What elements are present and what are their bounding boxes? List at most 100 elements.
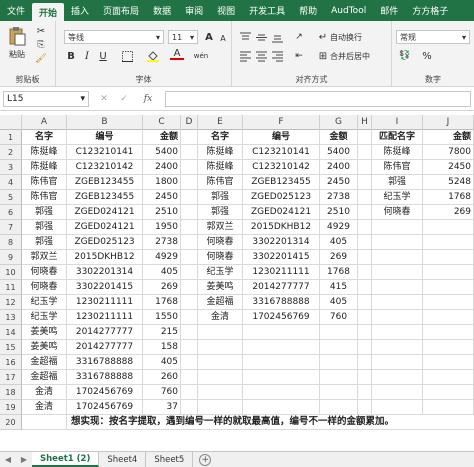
cell[interactable]: 2510 (143, 205, 181, 220)
cell[interactable] (358, 175, 372, 190)
cell[interactable]: 陈挺峰 (22, 145, 67, 160)
cell[interactable]: 金超福 (198, 295, 243, 310)
cell[interactable]: 2510 (320, 205, 358, 220)
cell[interactable] (358, 145, 372, 160)
cell[interactable] (320, 370, 358, 385)
cell[interactable]: ZGED025123 (243, 190, 320, 205)
row-header[interactable]: 2 (0, 145, 22, 160)
cell[interactable]: ZGEB123455 (67, 175, 143, 190)
cell[interactable] (423, 355, 474, 370)
cell[interactable]: 陈伟官 (22, 190, 67, 205)
cell[interactable] (423, 370, 474, 385)
cell[interactable]: 1768 (143, 295, 181, 310)
cell[interactable]: 3302201314 (243, 235, 320, 250)
cell[interactable] (358, 310, 372, 325)
cell[interactable]: 3316788888 (67, 370, 143, 385)
cell[interactable] (423, 340, 474, 355)
percent-button[interactable]: % (420, 49, 434, 63)
cell[interactable]: 2450 (320, 175, 358, 190)
cell[interactable]: 陈伟官 (372, 160, 423, 175)
cell[interactable]: 纪玉学 (22, 295, 67, 310)
cell[interactable]: 1800 (143, 175, 181, 190)
cell[interactable] (423, 265, 474, 280)
cell[interactable] (358, 220, 372, 235)
cell[interactable] (198, 355, 243, 370)
cell[interactable]: 金额 (320, 130, 358, 145)
cell[interactable]: 3302201314 (67, 265, 143, 280)
cell[interactable] (358, 370, 372, 385)
sheet-tab[interactable]: Sheet4 (99, 452, 147, 467)
ribbon-tab[interactable]: 方方格子 (405, 0, 455, 21)
cell[interactable] (181, 310, 198, 325)
cell[interactable]: 3316788888 (67, 355, 143, 370)
align-left-icon[interactable] (238, 49, 252, 63)
cell[interactable] (243, 325, 320, 340)
cell[interactable] (358, 295, 372, 310)
cell[interactable]: 5400 (143, 145, 181, 160)
cell[interactable] (198, 340, 243, 355)
font-shrink-icon[interactable]: A (216, 31, 230, 45)
cell[interactable] (358, 340, 372, 355)
cell[interactable]: ZGED024121 (243, 205, 320, 220)
row-header[interactable]: 7 (0, 220, 22, 235)
cell[interactable]: 1768 (320, 265, 358, 280)
note-cell[interactable]: 想实现：按名字提取，遇到编号一样的就取最高值，编号不一样的金额累加。 (67, 415, 474, 430)
cell[interactable] (181, 175, 198, 190)
cell[interactable]: 金额 (423, 130, 474, 145)
row-header[interactable]: 18 (0, 385, 22, 400)
align-middle-icon[interactable] (254, 30, 268, 44)
cell[interactable] (358, 190, 372, 205)
cell[interactable] (181, 295, 198, 310)
cell[interactable] (372, 325, 423, 340)
cell[interactable] (181, 340, 198, 355)
row-header[interactable]: 8 (0, 235, 22, 250)
cell[interactable]: ZGEB123455 (67, 190, 143, 205)
cell[interactable]: 2014277777 (67, 325, 143, 340)
formula-input[interactable] (165, 91, 471, 107)
cell[interactable] (320, 325, 358, 340)
cell[interactable]: 415 (320, 280, 358, 295)
cell[interactable] (181, 220, 198, 235)
phonetic-icon[interactable]: wén (194, 49, 208, 63)
cell[interactable] (358, 160, 372, 175)
cell[interactable] (358, 280, 372, 295)
insert-function-button[interactable]: fx (140, 93, 156, 105)
number-format-select[interactable]: 常规 ▾ (396, 30, 470, 44)
cell[interactable]: C123210142 (67, 160, 143, 175)
cell[interactable]: 1950 (143, 220, 181, 235)
cell[interactable] (358, 400, 372, 415)
cell[interactable]: 陈挺峰 (198, 145, 243, 160)
cell[interactable]: 陈伟官 (22, 175, 67, 190)
font-grow-icon[interactable]: A (202, 30, 216, 44)
ribbon-tab[interactable]: 插入 (64, 0, 96, 21)
row-header[interactable]: 17 (0, 370, 22, 385)
cell[interactable] (358, 205, 372, 220)
ribbon-tab[interactable]: 文件 (0, 0, 32, 21)
cell[interactable]: 金清 (22, 385, 67, 400)
cell[interactable] (181, 145, 198, 160)
cell[interactable] (181, 130, 198, 145)
align-bottom-icon[interactable] (270, 30, 284, 44)
cell[interactable] (372, 385, 423, 400)
cell[interactable] (358, 325, 372, 340)
font-color-icon[interactable]: A (170, 48, 184, 60)
cell[interactable] (181, 235, 198, 250)
cell[interactable]: 1702456769 (67, 385, 143, 400)
column-header[interactable]: H (358, 115, 372, 130)
cell[interactable] (358, 250, 372, 265)
cell[interactable]: 编号 (67, 130, 143, 145)
sheet-tab[interactable]: Sheet5 (146, 452, 194, 467)
cell[interactable]: 1768 (423, 190, 474, 205)
sheet-prev-icon[interactable]: ◀ (0, 455, 16, 464)
name-box[interactable]: L15 ▾ (3, 91, 89, 107)
cell[interactable]: 郭强 (22, 205, 67, 220)
column-header[interactable]: I (372, 115, 423, 130)
cell[interactable] (423, 385, 474, 400)
cell[interactable]: 4929 (320, 220, 358, 235)
ribbon-tab[interactable]: 页面布局 (96, 0, 146, 21)
cell[interactable]: 郭强 (198, 205, 243, 220)
cell[interactable]: 1702456769 (243, 310, 320, 325)
cell[interactable] (423, 220, 474, 235)
cell[interactable] (372, 355, 423, 370)
cell[interactable]: 260 (143, 370, 181, 385)
